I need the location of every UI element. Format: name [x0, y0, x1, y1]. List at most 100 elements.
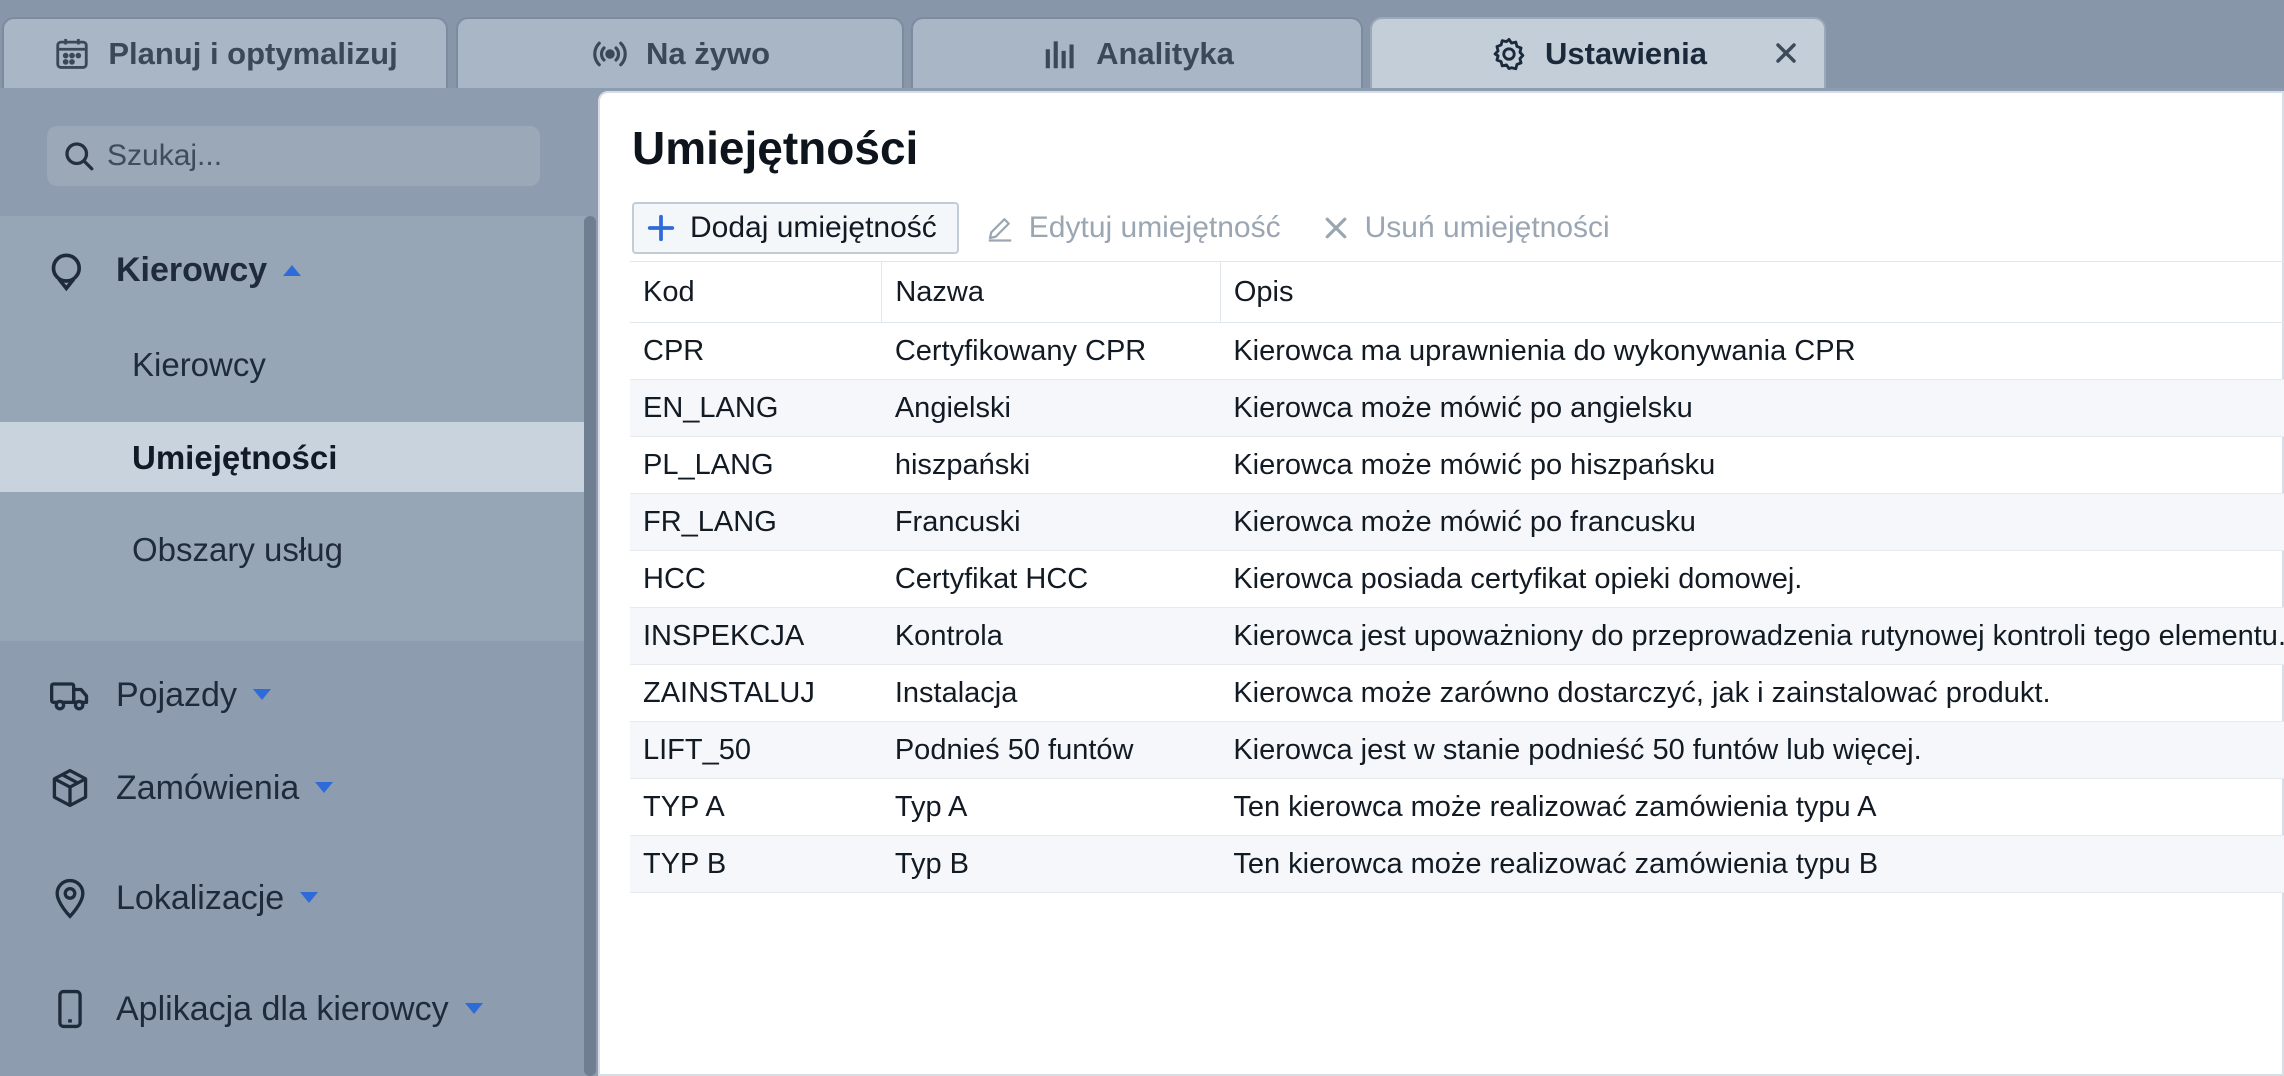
- cell-name: Kontrola: [881, 607, 1221, 665]
- cell-name: hiszpański: [881, 436, 1221, 494]
- nav-group-label: Lokalizacje: [116, 878, 285, 917]
- sidebar-item-drivers[interactable]: Kierowcy: [132, 346, 266, 384]
- tab-label: Analityka: [1096, 35, 1234, 71]
- search-icon: [65, 142, 94, 171]
- delete-skills-label: Usuń umiejętności: [1364, 211, 1610, 244]
- tab-label: Ustawienia: [1545, 35, 1707, 71]
- cell-name: Podnieś 50 funtów: [881, 721, 1221, 779]
- cell-description: Ten kierowca może realizować zamówienia …: [1220, 835, 2284, 893]
- pencil-icon: [988, 218, 1012, 242]
- cell-name: Certyfikat HCC: [881, 550, 1221, 608]
- phone-icon: [58, 989, 82, 1029]
- tab-label: Na żywo: [645, 35, 771, 71]
- nav-group-vehicles[interactable]: Pojazdy: [48, 673, 273, 717]
- add-skill-label: Dodaj umiejętność: [690, 211, 937, 244]
- skills-table: Kod Nazwa Opis CPR Certyfikowany CPR Kiero…: [630, 261, 2284, 893]
- cell-code: LIFT_50: [630, 721, 882, 779]
- table-row[interactable]: CPR Certyfikowany CPR Kierowca ma uprawnie…: [630, 322, 2284, 380]
- caret-down-icon: [252, 689, 271, 700]
- table-header-row: Kod Nazwa Opis: [630, 261, 2284, 323]
- cell-name: Francuski: [881, 493, 1221, 551]
- cell-name: Certyfikowany CPR: [881, 322, 1221, 380]
- gear-icon: [1489, 34, 1529, 74]
- cell-name: Angielski: [881, 379, 1221, 437]
- cell-description: Kierowca może zarówno dostarczyć, jak i …: [1220, 664, 2284, 722]
- sidebar-item-skills[interactable]: Umiejętności: [132, 439, 337, 477]
- skills-panel: Umiejętności Dodaj umiejętność Edytuj um…: [598, 91, 2284, 1076]
- add-skill-button[interactable]: Dodaj umiejętność: [632, 202, 959, 254]
- cell-description: Kierowca może mówić po hiszpańsku: [1220, 436, 2284, 494]
- search-input[interactable]: [105, 138, 529, 174]
- table-body: CPR Certyfikowany CPR Kierowca ma uprawnie…: [630, 322, 2284, 893]
- cell-code: ZAINSTALUJ: [630, 664, 882, 722]
- table-row[interactable]: TYP B Typ B Ten kierowca może realizować z…: [630, 835, 2284, 893]
- column-header-name[interactable]: Nazwa: [881, 261, 1221, 323]
- cell-name: Instalacja: [881, 664, 1221, 722]
- cell-code: TYP A: [630, 778, 882, 836]
- cell-description: Kierowca posiada certyfikat opieki domow…: [1220, 550, 2284, 608]
- cell-name: Typ A: [881, 778, 1221, 836]
- cell-code: EN_LANG: [630, 379, 882, 437]
- search-box[interactable]: [47, 126, 540, 186]
- cell-name: Typ B: [881, 835, 1221, 893]
- delete-skills-button[interactable]: Usuń umiejętności: [1321, 211, 1610, 245]
- toolbar: Dodaj umiejętność Edytuj umiejętność Usu…: [632, 201, 1610, 255]
- nav-group-orders[interactable]: Zamówienia: [48, 766, 335, 810]
- calendar-icon: [52, 34, 92, 74]
- tab-bar: Planuj i optymalizuj Na żywo Analityka U…: [0, 0, 2284, 88]
- edit-skill-label: Edytuj umiejętność: [1028, 211, 1281, 244]
- caret-down-icon: [464, 1003, 483, 1014]
- nav-group-drivers[interactable]: Kierowcy: [48, 248, 303, 292]
- table-row[interactable]: INSPEKCJA Kontrola Kierowca jest upoważnio…: [630, 607, 2284, 665]
- cell-code: PL_LANG: [630, 436, 882, 494]
- cell-description: Kierowca ma uprawnienia do wykonywania C…: [1220, 322, 2284, 380]
- nav-group-label: Zamówienia: [116, 768, 300, 807]
- box-icon: [52, 768, 88, 808]
- table-row[interactable]: TYP A Typ A Ten kierowca może realizować z…: [630, 778, 2284, 836]
- close-icon: [1325, 217, 1346, 239]
- cell-code: INSPEKCJA: [630, 607, 882, 665]
- tab-label: Planuj i optymalizuj: [108, 35, 398, 71]
- table-row[interactable]: PL_LANG hiszpański Kierowca może mówić po …: [630, 436, 2284, 494]
- nav-group-label: Aplikacja dla kierowcy: [116, 989, 449, 1028]
- skills-table-container: Kod Nazwa Opis CPR Certyfikowany CPR Kiero…: [630, 261, 2284, 893]
- table-row[interactable]: LIFT_50 Podnieś 50 funtów Kierowca jest w …: [630, 721, 2284, 779]
- caret-down-icon: [300, 892, 319, 903]
- bar-chart-icon: [1040, 34, 1080, 74]
- truck-icon: [50, 682, 89, 711]
- page-title: Umiejętności: [632, 122, 919, 174]
- sidebar-item-service-areas[interactable]: Obszary usług: [132, 531, 343, 569]
- table-row[interactable]: HCC Certyfikat HCC Kierowca posiada certyf…: [630, 550, 2284, 608]
- table-row[interactable]: ZAINSTALUJ Instalacja Kierowca może zarówn…: [630, 664, 2284, 722]
- sidebar: Kierowcy Kierowcy Umiejętności Obszary u…: [0, 88, 598, 1076]
- edit-skill-button[interactable]: Edytuj umiejętność: [985, 211, 1281, 245]
- drivers-icon: [51, 253, 81, 292]
- table-row[interactable]: EN_LANG Angielski Kierowca może mówić po a…: [630, 379, 2284, 437]
- tab-analytics[interactable]: Analityka: [911, 17, 1363, 88]
- nav-group-label: Pojazdy: [116, 675, 237, 714]
- column-header-description[interactable]: Opis: [1219, 261, 2284, 323]
- cell-code: TYP B: [630, 835, 882, 893]
- cell-code: HCC: [630, 550, 882, 608]
- plus-icon: [647, 214, 675, 242]
- tab-settings[interactable]: Ustawienia: [1370, 17, 1826, 88]
- cell-description: Ten kierowca może realizować zamówienia …: [1220, 778, 2284, 836]
- cell-code: FR_LANG: [630, 493, 882, 551]
- cell-description: Kierowca jest upoważniony do przeprowadz…: [1220, 607, 2284, 665]
- nav-group-label: Kierowcy: [116, 250, 268, 289]
- sidebar-scrollbar[interactable]: [584, 216, 596, 1076]
- map-pin-icon: [55, 878, 85, 919]
- nav-group-driver-app[interactable]: Aplikacja dla kierowcy: [48, 987, 485, 1031]
- cell-code: CPR: [630, 322, 882, 380]
- tab-live[interactable]: Na żywo: [456, 17, 904, 88]
- close-tab-icon[interactable]: [1770, 37, 1802, 69]
- cell-description: Kierowca jest w stanie podnieść 50 funtó…: [1220, 721, 2284, 779]
- cell-description: Kierowca może mówić po francusku: [1220, 493, 2284, 551]
- broadcast-icon: [590, 34, 630, 74]
- column-header-code[interactable]: Kod: [630, 261, 882, 323]
- nav-group-locations[interactable]: Lokalizacje: [48, 876, 320, 920]
- caret-down-icon: [315, 782, 334, 793]
- table-row[interactable]: FR_LANG Francuski Kierowca może mówić po f…: [630, 493, 2284, 551]
- tab-plan[interactable]: Planuj i optymalizuj: [2, 17, 448, 88]
- cell-description: Kierowca może mówić po angielsku: [1220, 379, 2284, 437]
